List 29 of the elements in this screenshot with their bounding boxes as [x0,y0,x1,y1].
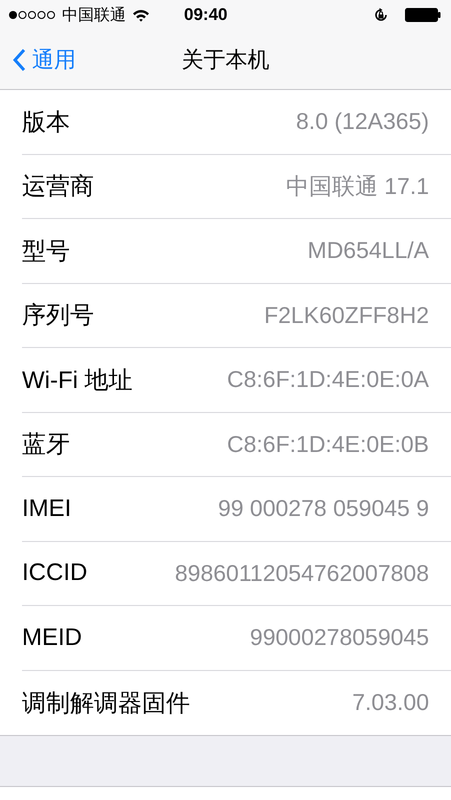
row-label: 版本 [22,108,70,138]
row-label: 蓝牙 [22,430,70,460]
row-label: 运营商 [22,172,94,202]
row-label: 型号 [22,236,70,267]
row-label: 序列号 [22,301,94,332]
row-label: MEID [22,624,82,652]
row-label: IMEI [22,494,72,523]
row-value: C8:6F:1D:4E:0E:0A [227,366,429,394]
row-label: ICCID [22,559,88,588]
row-value: MD654LL/A [308,237,429,264]
carrier-name: 中国联通 [62,6,126,26]
row-value: F2LK60ZFF8H2 [264,302,429,329]
row-label: Wi-Fi 地址 [22,366,133,396]
wifi-icon [132,8,150,22]
row-value: 99000278059045 [250,624,429,652]
chevron-icon [12,48,26,72]
rotation-lock-icon [373,7,389,23]
row-label: 调制解调器固件 [22,688,190,719]
page-title: 关于本机 [182,46,270,74]
row-value: 89860112054762007808 [174,560,429,587]
back-button[interactable]: 通用 [0,38,76,82]
battery-icon [405,8,441,22]
clock-time: 09:40 [184,5,228,25]
row-value: 7.03.00 [352,689,429,716]
row-value: 99 000278 059045 9 [218,495,429,522]
row-value: 中国联通 17.1 [286,172,429,201]
row-value: C8:6F:1D:4E:0E:0B [227,430,429,458]
signal-icon [8,10,56,20]
row-value: 8.0 (12A365) [296,108,429,136]
